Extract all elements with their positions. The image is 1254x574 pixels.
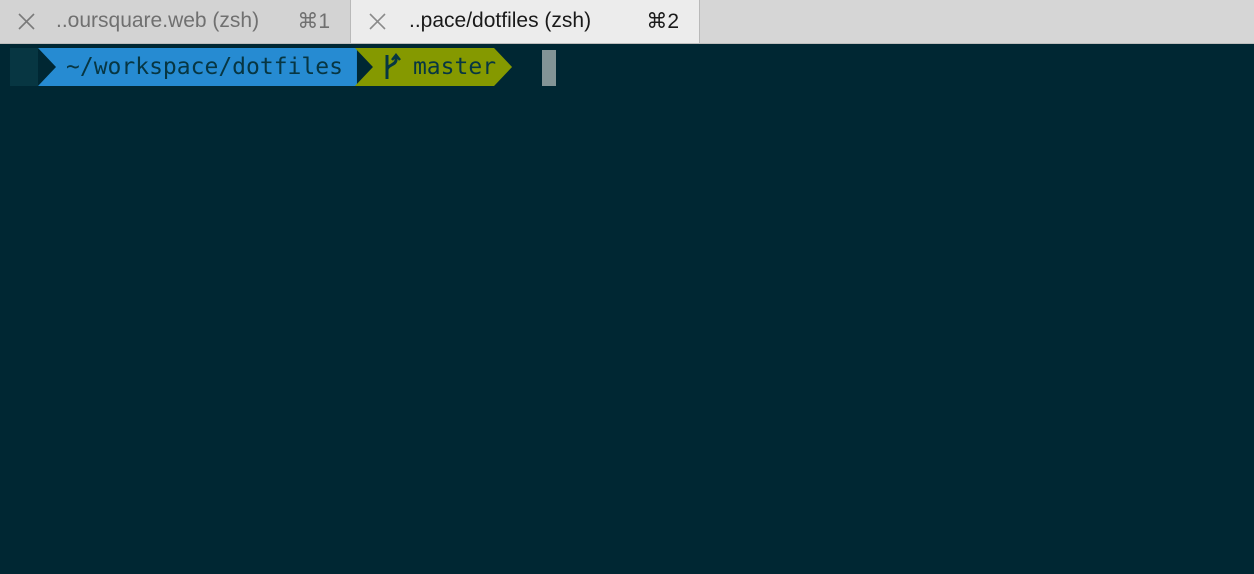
tab-shortcut: ⌘1 bbox=[297, 10, 330, 33]
tab-dotfiles[interactable]: ..pace/dotfiles (zsh) ⌘2 bbox=[351, 0, 700, 43]
git-branch-name: master bbox=[412, 54, 497, 80]
git-branch-icon bbox=[383, 53, 401, 81]
tab-foursquare-web[interactable]: ..oursquare.web (zsh) ⌘1 bbox=[0, 0, 351, 43]
terminal-content[interactable]: ~/workspace/dotfiles master bbox=[0, 44, 1254, 574]
close-icon[interactable] bbox=[368, 12, 387, 31]
tab-shortcut: ⌘2 bbox=[646, 10, 679, 33]
prompt-segment-directory: ~/workspace/dotfiles bbox=[38, 48, 357, 86]
current-directory: ~/workspace/dotfiles bbox=[66, 54, 343, 80]
tab-title: ..oursquare.web (zsh) bbox=[56, 9, 260, 32]
prompt-segment-git: master bbox=[355, 48, 512, 86]
text-cursor bbox=[542, 50, 556, 86]
tab-bar: ..oursquare.web (zsh) ⌘1 ..pace/dotfiles… bbox=[0, 0, 1254, 44]
close-icon[interactable] bbox=[17, 12, 36, 31]
tab-title: ..pace/dotfiles (zsh) bbox=[409, 9, 592, 32]
prompt-segment-start bbox=[10, 48, 38, 86]
shell-prompt: ~/workspace/dotfiles master bbox=[10, 48, 512, 86]
terminal-window: ..oursquare.web (zsh) ⌘1 ..pace/dotfiles… bbox=[0, 0, 1254, 574]
